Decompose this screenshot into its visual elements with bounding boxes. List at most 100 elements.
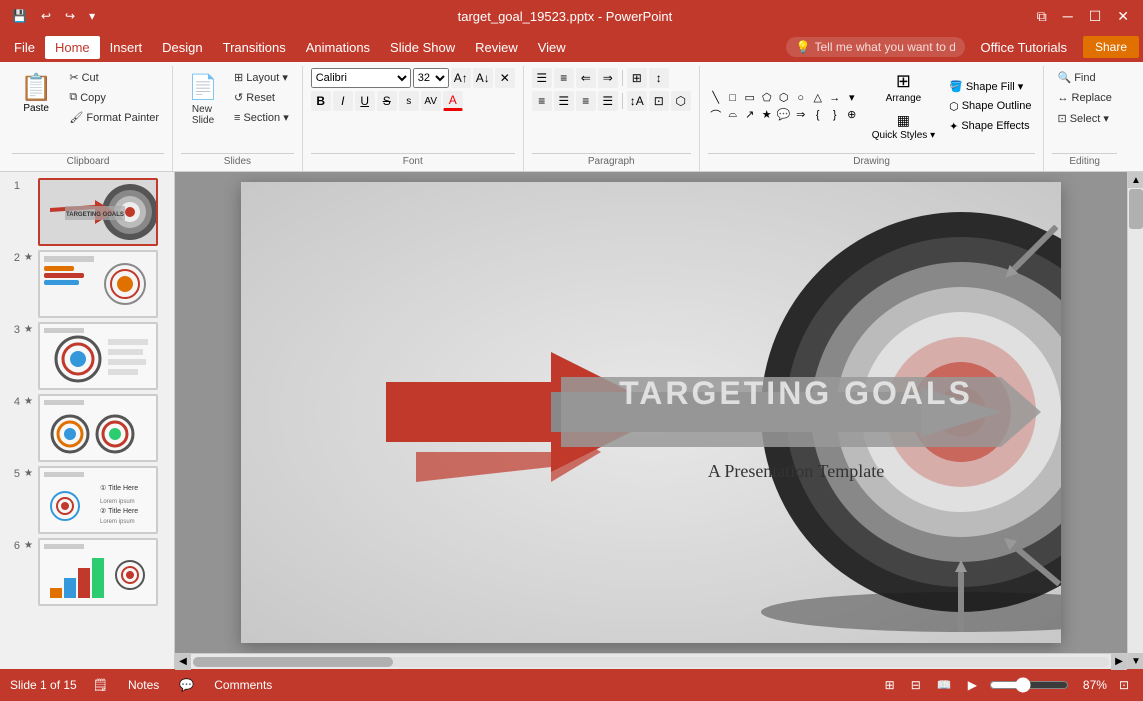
- increase-indent-button[interactable]: ⇒: [598, 68, 618, 88]
- copy-button[interactable]: ⧉ Copy: [64, 88, 164, 107]
- decrease-font-button[interactable]: A↓: [473, 68, 493, 88]
- paste-button[interactable]: 📋 Paste: [12, 68, 60, 118]
- slide-thumb-4[interactable]: 4 ★: [4, 394, 170, 462]
- menu-home[interactable]: Home: [45, 36, 100, 59]
- bullets-button[interactable]: ☰: [532, 68, 552, 88]
- shape-bracket[interactable]: {: [810, 107, 826, 123]
- comments-button[interactable]: Comments: [210, 676, 276, 694]
- slide-thumb-3[interactable]: 3 ★: [4, 322, 170, 390]
- font-family-select[interactable]: Calibri: [311, 68, 411, 88]
- shape-fill-button[interactable]: 🪣 Shape Fill ▾: [945, 78, 1035, 95]
- customize-qat-button[interactable]: ▾: [85, 7, 99, 25]
- arrange-button[interactable]: ⊞ Arrange: [867, 68, 940, 107]
- vscroll-thumb[interactable]: [1129, 189, 1143, 229]
- normal-view-button[interactable]: ⊞: [881, 676, 899, 694]
- fit-slide-button[interactable]: ⊡: [1115, 676, 1133, 694]
- decrease-indent-button[interactable]: ⇐: [576, 68, 596, 88]
- shadow-button[interactable]: s: [399, 91, 419, 111]
- shape-rounded-rect[interactable]: ▭: [742, 90, 758, 106]
- horizontal-scrollbar[interactable]: ◀ ▶: [175, 653, 1127, 669]
- restore-button[interactable]: ⧉: [1031, 6, 1053, 27]
- slide-5-thumbnail[interactable]: ① Title Here Lorem ipsum ② Title Here Lo…: [38, 466, 158, 534]
- menu-view[interactable]: View: [528, 36, 576, 59]
- maximize-button[interactable]: ☐: [1083, 6, 1108, 27]
- scroll-up-button[interactable]: ▲: [1128, 172, 1143, 188]
- line-spacing-button[interactable]: ↕: [649, 68, 669, 88]
- slideshow-button[interactable]: ▶: [964, 676, 981, 694]
- align-right-button[interactable]: ≡: [576, 91, 596, 111]
- text-align-button[interactable]: ⊡: [649, 91, 669, 111]
- tell-me-input[interactable]: [815, 40, 955, 54]
- save-qat-button[interactable]: 💾: [8, 7, 31, 25]
- menu-insert[interactable]: Insert: [100, 36, 153, 59]
- slide-3-thumbnail[interactable]: [38, 322, 158, 390]
- find-button[interactable]: 🔍 Find: [1052, 68, 1116, 87]
- menu-file[interactable]: File: [4, 36, 45, 59]
- shape-triangle[interactable]: △: [810, 90, 826, 106]
- cut-button[interactable]: ✂ Cut: [64, 68, 164, 87]
- menu-review[interactable]: Review: [465, 36, 528, 59]
- justify-button[interactable]: ☰: [598, 91, 618, 111]
- font-size-select[interactable]: 32: [413, 68, 449, 88]
- vscroll-track[interactable]: [1128, 188, 1143, 653]
- font-color-button[interactable]: A: [443, 91, 463, 111]
- shape-hexagon[interactable]: ⬡: [776, 90, 792, 106]
- close-button[interactable]: ✕: [1111, 6, 1135, 27]
- italic-button[interactable]: I: [333, 91, 353, 111]
- shape-oval[interactable]: ○: [793, 90, 809, 106]
- minimize-button[interactable]: ─: [1057, 6, 1079, 26]
- new-slide-button[interactable]: 📄 NewSlide: [181, 68, 225, 131]
- slide-thumb-2[interactable]: 2 ★: [4, 250, 170, 318]
- shape-effects-button[interactable]: ✦ Shape Effects: [945, 118, 1035, 135]
- select-button[interactable]: ⊡ Select ▾: [1052, 109, 1116, 128]
- increase-font-button[interactable]: A↑: [451, 68, 471, 88]
- hscroll-thumb[interactable]: [193, 657, 393, 667]
- shape-arc[interactable]: ⌓: [725, 107, 741, 123]
- quick-styles-button[interactable]: ▦ Quick Styles ▾: [867, 109, 940, 144]
- slide-2-thumbnail[interactable]: [38, 250, 158, 318]
- menu-transitions[interactable]: Transitions: [213, 36, 296, 59]
- office-tutorials-link[interactable]: Office Tutorials: [973, 36, 1075, 59]
- notes-button[interactable]: Notes: [124, 676, 163, 694]
- align-left-button[interactable]: ≡: [532, 91, 552, 111]
- shape-connector[interactable]: ↗: [742, 107, 758, 123]
- shape-brace[interactable]: }: [827, 107, 843, 123]
- reading-view-button[interactable]: 📖: [933, 676, 956, 694]
- slide-sorter-button[interactable]: ⊟: [907, 676, 925, 694]
- menu-design[interactable]: Design: [152, 36, 212, 59]
- clear-format-button[interactable]: ✕: [495, 68, 515, 88]
- shape-rect[interactable]: □: [725, 90, 741, 106]
- slide-4-thumbnail[interactable]: [38, 394, 158, 462]
- shape-star[interactable]: ★: [759, 107, 775, 123]
- vertical-scrollbar[interactable]: ▲ ▼: [1127, 172, 1143, 669]
- shape-arrow[interactable]: →: [827, 90, 843, 106]
- scroll-right-button[interactable]: ▶: [1111, 654, 1127, 670]
- shape-outline-button[interactable]: ⬡ Shape Outline: [945, 98, 1035, 115]
- scroll-left-button[interactable]: ◀: [175, 654, 191, 670]
- spacing-button[interactable]: AV: [421, 91, 441, 111]
- slide-6-thumbnail[interactable]: [38, 538, 158, 606]
- numbering-button[interactable]: ≡: [554, 68, 574, 88]
- tell-me-box[interactable]: 💡: [786, 37, 965, 57]
- reset-button[interactable]: ↺ Reset: [229, 88, 294, 107]
- shape-callout[interactable]: 💬: [776, 107, 792, 123]
- hscroll-track[interactable]: [193, 657, 1109, 667]
- menu-slideshow[interactable]: Slide Show: [380, 36, 465, 59]
- slide-1-thumbnail[interactable]: TARGETING GOALS: [38, 178, 158, 246]
- redo-qat-button[interactable]: ↪: [61, 7, 79, 25]
- shapes-more[interactable]: ▾: [844, 90, 860, 106]
- slide-canvas[interactable]: TARGETING GOALS A Presentation Template: [241, 182, 1061, 643]
- replace-button[interactable]: ↔ Replace: [1052, 89, 1116, 107]
- shape-line[interactable]: ╲: [708, 90, 724, 106]
- underline-button[interactable]: U: [355, 91, 375, 111]
- layout-button[interactable]: ⊞ Layout ▾: [229, 68, 294, 87]
- share-button[interactable]: Share: [1083, 36, 1139, 58]
- section-button[interactable]: ≡ Section ▾: [229, 108, 294, 127]
- menu-animations[interactable]: Animations: [296, 36, 380, 59]
- slide-thumb-1[interactable]: 1 TARGETING GOALS: [4, 178, 170, 246]
- shape-extra[interactable]: ⊕: [844, 107, 860, 123]
- text-direction-button[interactable]: ↕A: [627, 91, 647, 111]
- format-painter-button[interactable]: 🖌 Format Painter: [64, 108, 164, 127]
- shape-curve[interactable]: ⌒: [708, 107, 724, 123]
- shape-pentagon[interactable]: ⬠: [759, 90, 775, 106]
